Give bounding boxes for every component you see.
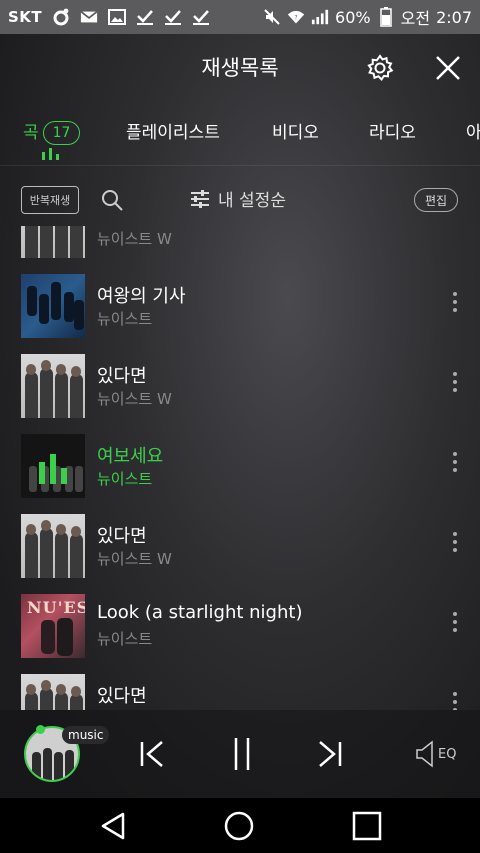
home-icon[interactable] <box>223 810 255 842</box>
edit-button[interactable]: 편집 <box>414 188 458 212</box>
mute-icon <box>263 8 281 26</box>
track-row[interactable]: 있다면 뉴이스트 W <box>0 506 480 586</box>
mini-player: music EQ <box>0 710 480 798</box>
track-row[interactable]: 있다면 <box>0 666 480 710</box>
repeat-button[interactable]: 반복재생 <box>21 186 79 214</box>
system-nav-bar <box>0 798 480 853</box>
track-row[interactable]: 뉴이스트 W <box>0 226 480 266</box>
next-icon[interactable] <box>312 736 348 772</box>
sort-label: 내 설정순 <box>218 191 286 211</box>
close-icon[interactable] <box>432 52 464 84</box>
track-artist: 뉴이스트 W <box>97 550 172 568</box>
album-cover <box>21 514 85 578</box>
pause-icon[interactable] <box>224 736 260 772</box>
list-toolbar: 반복재생 내 설정순 편집 <box>0 176 480 226</box>
sliders-icon <box>191 189 209 208</box>
tab-songs-label: 곡 <box>23 123 39 143</box>
album-cover <box>21 226 85 258</box>
battery-percent: 60% <box>335 7 371 27</box>
track-artist: 뉴이스트 <box>97 470 153 488</box>
more-options-icon[interactable] <box>449 692 461 710</box>
more-options-icon[interactable] <box>449 292 461 320</box>
source-badge: music <box>62 726 110 744</box>
check-download-icon <box>192 8 210 26</box>
tab-videos[interactable]: 비디오 <box>272 118 319 143</box>
album-cover: NU'EST <box>21 594 85 658</box>
content-tabs: 곡 17 플레이리스트 비디오 라디오 아 <box>0 100 480 166</box>
track-title: 있다면 <box>97 526 147 547</box>
page-title: 재생목록 <box>201 56 279 80</box>
tab-more[interactable]: 아 <box>466 118 480 143</box>
album-cover <box>21 674 85 710</box>
signal-icon <box>311 8 329 26</box>
back-icon[interactable] <box>97 810 129 842</box>
music-player-screen: SKT ? 60% 오전 2:07 재생목록 곡 17 플레이리스트 비디오 라… <box>0 0 480 853</box>
previous-icon[interactable] <box>134 736 170 772</box>
track-list[interactable]: 뉴이스트 W 여왕의 기사 뉴이스트 있다면 뉴이스트 W 여보세요 뉴이스트 … <box>0 226 480 710</box>
track-artist: 뉴이스트 <box>97 630 153 648</box>
track-row-playing[interactable]: 여보세요 뉴이스트 <box>0 426 480 506</box>
now-playing-icon <box>39 462 45 484</box>
more-options-icon[interactable] <box>449 612 461 640</box>
ampm-label: 오전 <box>400 9 431 28</box>
tab-radio[interactable]: 라디오 <box>369 118 416 143</box>
repeat-label: 반복재생 <box>29 194 71 207</box>
playing-indicator-dot <box>36 725 45 734</box>
wifi-icon: ? <box>287 8 305 26</box>
track-row[interactable]: NU'EST Look (a starlight night) 뉴이스트 <box>0 586 480 666</box>
track-title: 여왕의 기사 <box>97 286 186 307</box>
check-download-icon <box>136 8 154 26</box>
track-artist: 뉴이스트 <box>97 310 153 328</box>
gear-icon[interactable] <box>364 52 396 84</box>
album-cover-text: NU'EST <box>27 598 85 617</box>
eq-label: EQ <box>438 746 457 762</box>
track-artist: 뉴이스트 W <box>97 230 172 248</box>
album-cover <box>21 354 85 418</box>
eq-button[interactable]: EQ <box>414 736 456 772</box>
edit-label: 편집 <box>424 193 448 208</box>
playlist-header: 재생목록 <box>0 34 480 100</box>
mail-icon <box>80 8 98 26</box>
track-title: 있다면 <box>97 686 147 707</box>
circle-icon <box>52 8 70 26</box>
recents-icon[interactable] <box>351 810 383 842</box>
eq-icon <box>416 740 433 768</box>
tab-playlists[interactable]: 플레이리스트 <box>126 118 220 143</box>
more-options-icon[interactable] <box>449 532 461 560</box>
track-title: Look (a starlight night) <box>97 602 303 623</box>
track-title: 여보세요 <box>97 446 164 467</box>
song-count-badge: 17 <box>42 121 81 145</box>
svg-text:?: ? <box>295 15 298 21</box>
track-artist: 뉴이스트 W <box>97 390 172 408</box>
image-icon <box>108 8 127 26</box>
more-options-icon[interactable] <box>449 372 461 400</box>
sort-button[interactable]: 내 설정순 <box>190 186 286 211</box>
active-tab-indicator-icon <box>42 148 59 160</box>
tab-songs[interactable]: 곡 17 <box>23 118 81 145</box>
carrier-label: SKT <box>8 8 43 26</box>
check-download-icon <box>164 8 182 26</box>
album-cover <box>21 434 85 498</box>
clock: 2:07 <box>436 7 472 27</box>
track-row[interactable]: 여왕의 기사 뉴이스트 <box>0 266 480 346</box>
album-cover <box>21 274 85 338</box>
status-bar: SKT ? 60% 오전 2:07 <box>0 0 480 34</box>
battery-icon <box>377 7 395 27</box>
track-row[interactable]: 있다면 뉴이스트 W <box>0 346 480 426</box>
more-options-icon[interactable] <box>449 452 461 480</box>
track-title: 있다면 <box>97 366 147 387</box>
search-icon[interactable] <box>100 188 124 212</box>
